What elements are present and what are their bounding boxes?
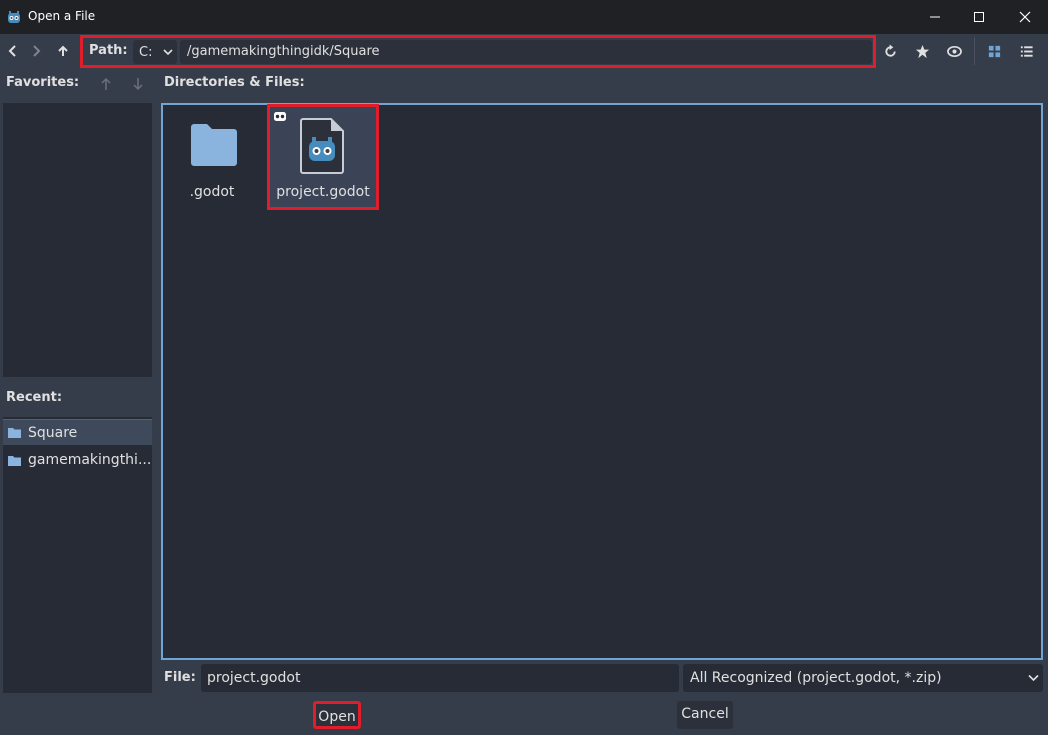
toggle-hidden-button[interactable]	[942, 40, 966, 62]
folder-icon	[8, 455, 21, 466]
recent-item-square[interactable]: Square	[3, 419, 152, 445]
up-icon	[58, 45, 68, 56]
favorites-label: Favorites:	[6, 75, 80, 90]
recent-item-label: gamemakingthi...	[28, 452, 152, 468]
favorites-list[interactable]	[3, 103, 152, 377]
file-item-godot-folder[interactable]: .godot	[160, 107, 264, 209]
minimize-button[interactable]	[912, 0, 958, 34]
maximize-button[interactable]	[956, 0, 1002, 34]
list-view-button[interactable]	[1014, 40, 1038, 62]
arrow-up-icon	[101, 77, 111, 90]
file-item-label: .godot	[189, 184, 235, 200]
forward-icon	[33, 45, 41, 57]
open-button[interactable]: Open	[313, 701, 361, 729]
close-button[interactable]	[1002, 0, 1048, 34]
title-bar: Open a File	[0, 0, 1048, 34]
file-item-label: project.godot	[276, 184, 370, 200]
forward-button[interactable]	[25, 38, 47, 64]
refresh-button[interactable]	[878, 40, 902, 62]
refresh-icon	[884, 43, 896, 57]
file-name-input[interactable]: project.godot	[201, 664, 679, 692]
chevron-down-icon	[1028, 674, 1039, 682]
cancel-button[interactable]: Cancel	[677, 701, 733, 729]
recent-list: Square gamemakingthi...	[3, 417, 152, 693]
file-filter-value: All Recognized (project.godot, *.zip)	[690, 670, 942, 686]
arrow-down-icon	[133, 78, 143, 91]
files-label: Directories & Files:	[164, 75, 305, 90]
toolbar-separator	[974, 37, 975, 65]
favorite-move-up-button[interactable]	[98, 75, 114, 93]
recent-item-gamemakingthingidk[interactable]: gamemakingthi...	[3, 447, 152, 473]
grid-view-button[interactable]	[982, 40, 1006, 62]
drive-select[interactable]: C:	[133, 40, 177, 64]
toggle-hidden-eye-icon	[946, 45, 962, 57]
godot-badge-icon	[274, 112, 286, 121]
godot-app-icon	[8, 11, 20, 23]
favorite-button[interactable]	[910, 40, 934, 62]
recent-item-label: Square	[28, 424, 78, 441]
path-bar: Path: C: /gamemakingthingidk/Square	[80, 35, 876, 68]
file-item-project-godot[interactable]: project.godot	[267, 104, 379, 210]
back-icon	[8, 45, 16, 57]
path-input[interactable]: /gamemakingthingidk/Square	[180, 40, 872, 64]
close-icon	[1019, 11, 1031, 23]
minimize-icon	[930, 16, 940, 18]
godot-project-file-icon	[300, 118, 344, 174]
drive-value: C:	[139, 44, 153, 60]
file-filter-select[interactable]: All Recognized (project.godot, *.zip)	[683, 664, 1043, 692]
grid-view-icon	[988, 45, 1000, 57]
go-up-button[interactable]	[52, 38, 74, 64]
folder-icon	[8, 428, 21, 438]
window-title: Open a File	[28, 9, 96, 23]
maximize-icon	[974, 12, 984, 22]
file-name-label: File:	[164, 670, 196, 685]
favorite-star-icon	[915, 44, 929, 58]
list-view-icon	[1020, 45, 1033, 57]
folder-icon	[191, 124, 237, 166]
chevron-down-icon	[163, 49, 173, 56]
recent-label: Recent:	[6, 390, 63, 405]
back-button[interactable]	[2, 38, 24, 64]
favorite-move-down-button[interactable]	[130, 75, 146, 93]
path-label: Path:	[89, 43, 128, 58]
